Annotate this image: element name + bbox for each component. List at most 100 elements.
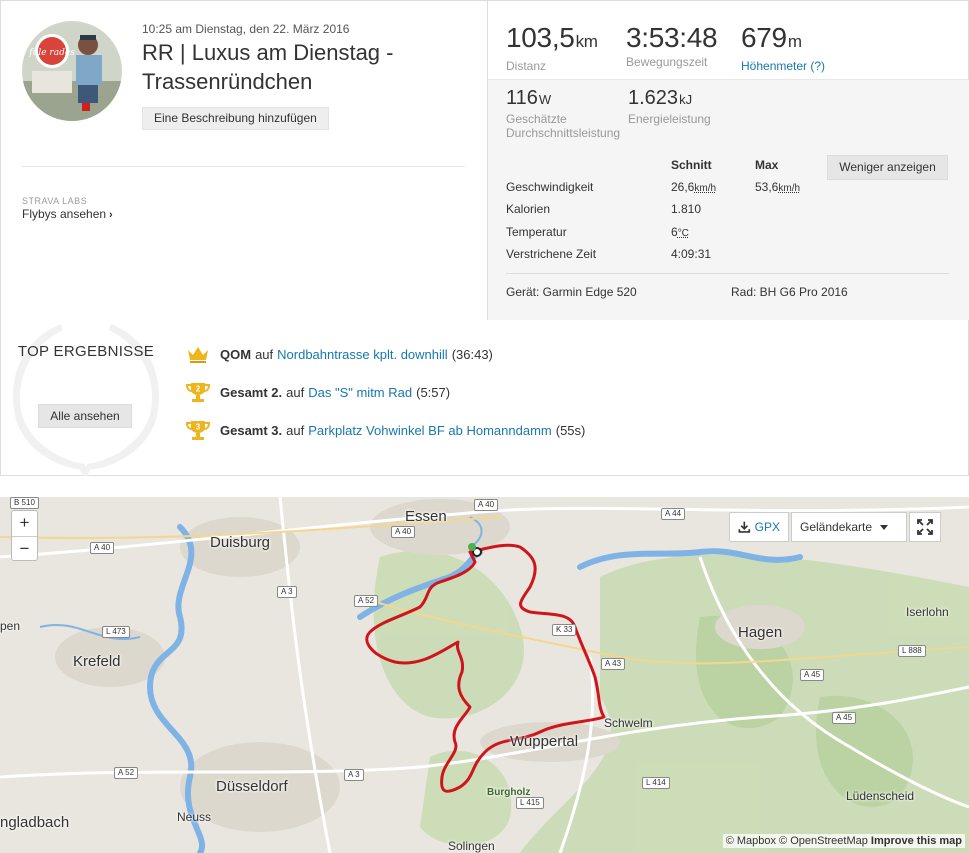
- elevation-label-link[interactable]: Höhenmeter (?): [741, 59, 825, 73]
- moving-time-value: 3:53:48: [626, 22, 718, 53]
- row-label-calories: Kalorien: [506, 202, 551, 216]
- achievement-time: (36:43): [451, 346, 493, 362]
- add-description-button[interactable]: Eine Beschreibung hinzufügen: [142, 107, 329, 130]
- fullscreen-icon: [917, 519, 933, 535]
- col-max-header: Max: [755, 158, 779, 172]
- flybys-label: Flybys ansehen: [22, 207, 107, 221]
- top-results-title: TOP ERGEBNISSE: [17, 343, 155, 360]
- top-results: TOP ERGEBNISSE Alle ansehen QOM auf Nord…: [0, 320, 969, 476]
- road-label: A 40: [90, 542, 115, 554]
- caret-down-icon: [880, 524, 889, 530]
- road-label: A 3: [344, 769, 364, 781]
- road-label: L 888: [898, 645, 926, 657]
- crown-icon: [188, 347, 208, 363]
- road-label: A 40: [391, 526, 416, 538]
- city-label: Krefeld: [73, 653, 121, 670]
- distance-value: 103,5: [506, 22, 575, 53]
- secondary-stats: 116W Geschätzte Durchschnittsleistung 1.…: [488, 79, 969, 147]
- stat-power: 116W Geschätzte Durchschnittsleistung: [506, 86, 636, 140]
- road-label: L 415: [516, 797, 544, 809]
- speed-max-unit: km/h: [778, 183, 801, 194]
- road-label: A 45: [800, 669, 825, 681]
- trophy-badge: 2: [196, 385, 201, 394]
- zoom-out-button[interactable]: −: [12, 536, 37, 561]
- divider: [22, 166, 465, 167]
- city-label: ngladbach: [0, 814, 70, 831]
- map-toolbar: GPX Geländekarte: [729, 512, 941, 542]
- energy-label: Energieleistung: [628, 112, 711, 126]
- gpx-label: GPX: [754, 520, 780, 534]
- row-label-temperature: Temperatur: [506, 225, 567, 239]
- calories-avg: 1.810: [671, 202, 702, 216]
- energy-unit: kJ: [679, 92, 693, 107]
- zoom-control: + −: [11, 510, 38, 561]
- attribution-text[interactable]: © Mapbox © OpenStreetMap: [726, 835, 868, 847]
- temperature-value: 6: [671, 225, 678, 239]
- road-label: A 40: [474, 499, 499, 511]
- achievement-rank: Gesamt 3.: [220, 422, 283, 438]
- city-label: Neuss: [177, 810, 212, 824]
- trophy-badge: 3: [196, 423, 201, 432]
- road-label: L 473: [102, 626, 130, 638]
- temperature-unit: °C: [677, 228, 689, 239]
- activity-header: fule rades 10:25 am Dienstag, den 22. Mä…: [1, 1, 487, 321]
- city-label: Essen: [405, 508, 447, 525]
- road-label: A 52: [114, 767, 139, 779]
- view-all-button[interactable]: Alle ansehen: [38, 404, 132, 428]
- activity-date: 10:25 am Dienstag, den 22. März 2016: [142, 22, 350, 36]
- speed-avg-value: 26,6: [671, 180, 695, 194]
- moving-time-label: Bewegungszeit: [626, 55, 708, 69]
- segment-link[interactable]: Nordbahntrasse kplt. downhill: [277, 347, 448, 362]
- power-label: Geschätzte Durchschnittsleistung: [506, 112, 621, 140]
- map-attribution: © Mapbox © OpenStreetMap Improve this ma…: [722, 834, 965, 848]
- road-label: K 33: [552, 624, 577, 636]
- road-label: A 43: [601, 658, 626, 670]
- road-label: B 510: [10, 497, 39, 509]
- fullscreen-button[interactable]: [909, 512, 941, 542]
- flybys-link[interactable]: Flybys ansehen ›: [22, 207, 113, 221]
- road-label: L 414: [642, 777, 670, 789]
- zoom-in-button[interactable]: +: [12, 511, 37, 536]
- achievement-item: QOM auf Nordbahntrasse kplt. downhill (3…: [186, 343, 493, 365]
- elevation-value: 679: [741, 22, 787, 53]
- achievement-on: auf: [286, 422, 305, 438]
- city-label: pen: [0, 619, 21, 633]
- speed-avg-unit: km/h: [694, 183, 717, 194]
- strava-labs-label: STRAVA LABS: [22, 196, 88, 206]
- gpx-download-button[interactable]: GPX: [729, 512, 789, 542]
- segment-link[interactable]: Parkplatz Vohwinkel BF ab Homanndamm: [308, 423, 552, 438]
- row-label-speed: Geschwindigkeit: [506, 180, 594, 194]
- city-label: Schwelm: [604, 716, 653, 730]
- map-style-dropdown[interactable]: Geländekarte: [791, 512, 907, 542]
- achievement-time: (55s): [555, 422, 586, 438]
- activity-title: RR | Luxus am Dienstag - Trassenründchen: [142, 40, 394, 94]
- city-label: Iserlohn: [906, 605, 949, 619]
- more-stats-table: Schnitt Max Weniger anzeigen Geschwindig…: [488, 147, 969, 321]
- achievement-on: auf: [255, 346, 274, 362]
- chevron-right-icon: ›: [109, 209, 113, 221]
- bike-info: Rad: BH G6 Pro 2016: [731, 285, 848, 299]
- city-label: Solingen: [448, 839, 495, 853]
- col-avg-header: Schnitt: [671, 158, 712, 172]
- activity-stats: 103,5km Distanz 3:53:48 Bewegungszeit 67…: [487, 1, 969, 321]
- distance-unit: km: [575, 32, 598, 51]
- city-label: Hagen: [738, 624, 783, 641]
- trophy-icon: 2: [186, 383, 210, 402]
- achievement-rank: Gesamt 2.: [220, 384, 283, 400]
- athlete-avatar[interactable]: fule rades: [22, 21, 122, 121]
- segment-link[interactable]: Das "S" mitm Rad: [308, 385, 412, 400]
- achievement-on: auf: [286, 384, 305, 400]
- stat-energy: 1.623kJ Energieleistung: [628, 86, 711, 126]
- show-less-button[interactable]: Weniger anzeigen: [827, 155, 948, 180]
- road-label: A 44: [661, 508, 686, 520]
- achievement-item: 3 Gesamt 3. auf Parkplatz Vohwinkel BF a…: [186, 419, 585, 441]
- achievement-item: 2 Gesamt 2. auf Das "S" mitm Rad (5:57): [186, 381, 450, 403]
- stat-moving-time: 3:53:48 Bewegungszeit: [626, 21, 718, 69]
- achievement-time: (5:57): [416, 384, 451, 400]
- activity-summary: fule rades 10:25 am Dienstag, den 22. Mä…: [0, 0, 969, 321]
- improve-map-link[interactable]: Improve this map: [871, 835, 962, 847]
- stat-elevation: 679m Höhenmeter (?): [741, 21, 825, 73]
- route-map[interactable]: Essen Duisburg Krefeld Hagen Iserlohn Wu…: [0, 497, 969, 853]
- city-label: Wuppertal: [510, 733, 579, 750]
- device-info: Gerät: Garmin Edge 520: [506, 285, 637, 299]
